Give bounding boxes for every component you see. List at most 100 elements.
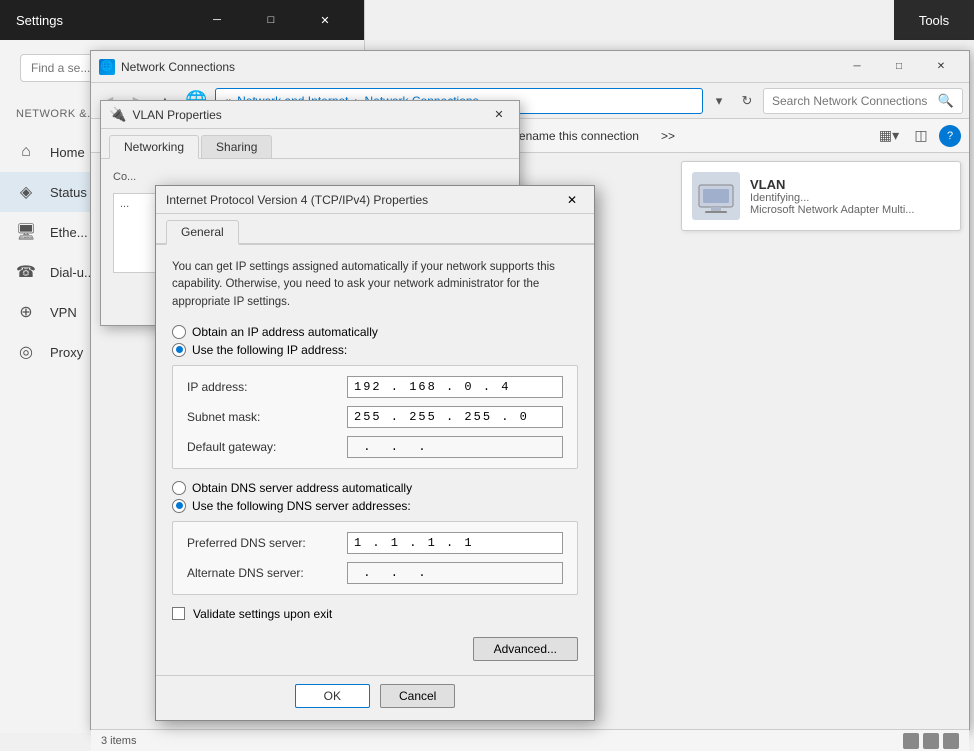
tab-sharing-label: Sharing	[216, 140, 257, 154]
settings-maximize-button[interactable]: □	[248, 4, 294, 36]
items-count: 3 items	[101, 735, 136, 747]
radio-manual-dns-input[interactable]	[172, 499, 186, 513]
vlan-props-icon: 🔌	[109, 106, 126, 123]
view-icon-1[interactable]	[903, 733, 919, 749]
netconn-minimize-button[interactable]: ─	[837, 53, 877, 81]
radio-auto-dns-input[interactable]	[172, 481, 186, 495]
default-gateway-row: Default gateway:	[187, 436, 563, 458]
ip-address-input[interactable]	[347, 376, 563, 398]
home-icon: ⌂	[16, 142, 36, 162]
vlan-name: VLAN	[750, 177, 950, 192]
dropdown-button[interactable]: ▾	[707, 89, 731, 113]
search-box[interactable]: 🔍	[763, 88, 963, 114]
preferred-dns-label: Preferred DNS server:	[187, 536, 347, 550]
preferred-dns-input[interactable]	[347, 532, 563, 554]
preview-pane-button[interactable]: ◫	[907, 123, 935, 149]
netconn-maximize-button[interactable]: □	[879, 53, 919, 81]
validate-row: Validate settings upon exit	[172, 607, 578, 621]
tcpip-ok-button[interactable]: OK	[295, 684, 370, 708]
status-right	[903, 733, 959, 749]
sidebar-item-label: VPN	[50, 305, 77, 320]
tcpip-tab-bar: General	[156, 214, 594, 245]
ip-radio-group: Obtain an IP address automatically Use t…	[172, 325, 578, 357]
radio-auto-ip[interactable]: Obtain an IP address automatically	[172, 325, 578, 339]
dns-radio-group: Obtain DNS server address automatically …	[172, 481, 578, 513]
vlan-props-tabs: Networking Sharing	[101, 129, 519, 159]
validate-checkbox[interactable]	[172, 607, 185, 620]
radio-manual-ip[interactable]: Use the following IP address:	[172, 343, 578, 357]
subnet-mask-input[interactable]	[347, 406, 563, 428]
subnet-mask-label: Subnet mask:	[187, 410, 347, 424]
tcpip-title: Internet Protocol Version 4 (TCP/IPv4) P…	[166, 193, 428, 207]
status-bar: 3 items	[91, 729, 969, 751]
connection-text: Co...	[113, 171, 507, 183]
radio-auto-dns[interactable]: Obtain DNS server address automatically	[172, 481, 578, 495]
radio-manual-ip-input[interactable]	[172, 343, 186, 357]
alternate-dns-label: Alternate DNS server:	[187, 566, 347, 580]
subnet-mask-row: Subnet mask:	[187, 406, 563, 428]
tcpip-dialog: Internet Protocol Version 4 (TCP/IPv4) P…	[155, 185, 595, 721]
sidebar-item-label: Home	[50, 145, 85, 160]
proxy-icon: ◎	[16, 342, 36, 362]
netconn-titlebar: 🌐 Network Connections ─ □ ✕	[91, 51, 969, 83]
radio-auto-ip-input[interactable]	[172, 325, 186, 339]
refresh-button[interactable]: ↻	[735, 89, 759, 113]
radio-manual-ip-label: Use the following IP address:	[192, 343, 347, 357]
tcpip-actions: Advanced...	[172, 633, 578, 661]
vlan-card[interactable]: VLAN Identifying... Microsoft Network Ad…	[681, 161, 961, 231]
dns-fields-box: Preferred DNS server: Alternate DNS serv…	[172, 521, 578, 595]
tools-label: Tools	[919, 13, 949, 28]
settings-close-button[interactable]: ✕	[302, 4, 348, 36]
ethernet-icon: 🖥	[16, 222, 36, 242]
vlan-props-titlebar: 🔌 VLAN Properties ✕	[101, 101, 519, 129]
tools-bar: Tools	[894, 0, 974, 40]
alternate-dns-row: Alternate DNS server:	[187, 562, 563, 584]
default-gateway-label: Default gateway:	[187, 440, 347, 454]
settings-title: Settings	[16, 13, 63, 28]
tab-sharing[interactable]: Sharing	[201, 135, 272, 158]
vpn-icon: ⊕	[16, 302, 36, 322]
sidebar-item-label: Proxy	[50, 345, 83, 360]
ip-address-row: IP address:	[187, 376, 563, 398]
vlan-icon	[692, 172, 740, 220]
radio-manual-dns[interactable]: Use the following DNS server addresses:	[172, 499, 578, 513]
vlan-adapter: Microsoft Network Adapter Multi...	[750, 204, 950, 216]
vlan-info: VLAN Identifying... Microsoft Network Ad…	[750, 177, 950, 216]
tab-general[interactable]: General	[166, 220, 239, 245]
sidebar-item-label: Status	[50, 185, 87, 200]
netconn-close-button[interactable]: ✕	[921, 53, 961, 81]
preferred-dns-row: Preferred DNS server:	[187, 532, 563, 554]
radio-auto-dns-label: Obtain DNS server address automatically	[192, 481, 412, 495]
tcpip-description: You can get IP settings assigned automat…	[172, 259, 578, 311]
view-options-button[interactable]: ▦▾	[875, 123, 903, 149]
radio-manual-dns-label: Use the following DNS server addresses:	[192, 499, 411, 513]
more-button[interactable]: >>	[651, 125, 685, 147]
help-button[interactable]: ?	[939, 125, 961, 147]
dialup-icon: ☎	[16, 262, 36, 282]
validate-label: Validate settings upon exit	[193, 607, 332, 621]
netconn-title: Network Connections	[121, 60, 235, 74]
status-icon: ◈	[16, 182, 36, 202]
tab-networking[interactable]: Networking	[109, 135, 199, 159]
view-icon-3[interactable]	[943, 733, 959, 749]
sidebar-item-label: Ethe...	[50, 225, 88, 240]
search-input[interactable]	[772, 94, 934, 108]
tcpip-ok-cancel: OK Cancel	[156, 675, 594, 720]
ip-address-label: IP address:	[187, 380, 347, 394]
default-gateway-input[interactable]	[347, 436, 563, 458]
radio-auto-ip-label: Obtain an IP address automatically	[192, 325, 378, 339]
netconn-window-icon: 🌐	[99, 59, 115, 75]
settings-minimize-button[interactable]: ─	[194, 4, 240, 36]
tcpip-cancel-button[interactable]: Cancel	[380, 684, 455, 708]
tab-networking-label: Networking	[124, 140, 184, 154]
vlan-props-close-button[interactable]: ✕	[487, 104, 511, 126]
alternate-dns-input[interactable]	[347, 562, 563, 584]
tcpip-close-button[interactable]: ✕	[560, 189, 584, 211]
view-icon-2[interactable]	[923, 733, 939, 749]
advanced-button[interactable]: Advanced...	[473, 637, 578, 661]
tcpip-body: You can get IP settings assigned automat…	[156, 245, 594, 675]
rename-button[interactable]: Rename this connection	[500, 125, 649, 147]
search-icon: 🔍	[938, 93, 954, 109]
vlan-props-title: VLAN Properties	[132, 108, 221, 122]
ip-fields-box: IP address: Subnet mask: Default gateway…	[172, 365, 578, 469]
